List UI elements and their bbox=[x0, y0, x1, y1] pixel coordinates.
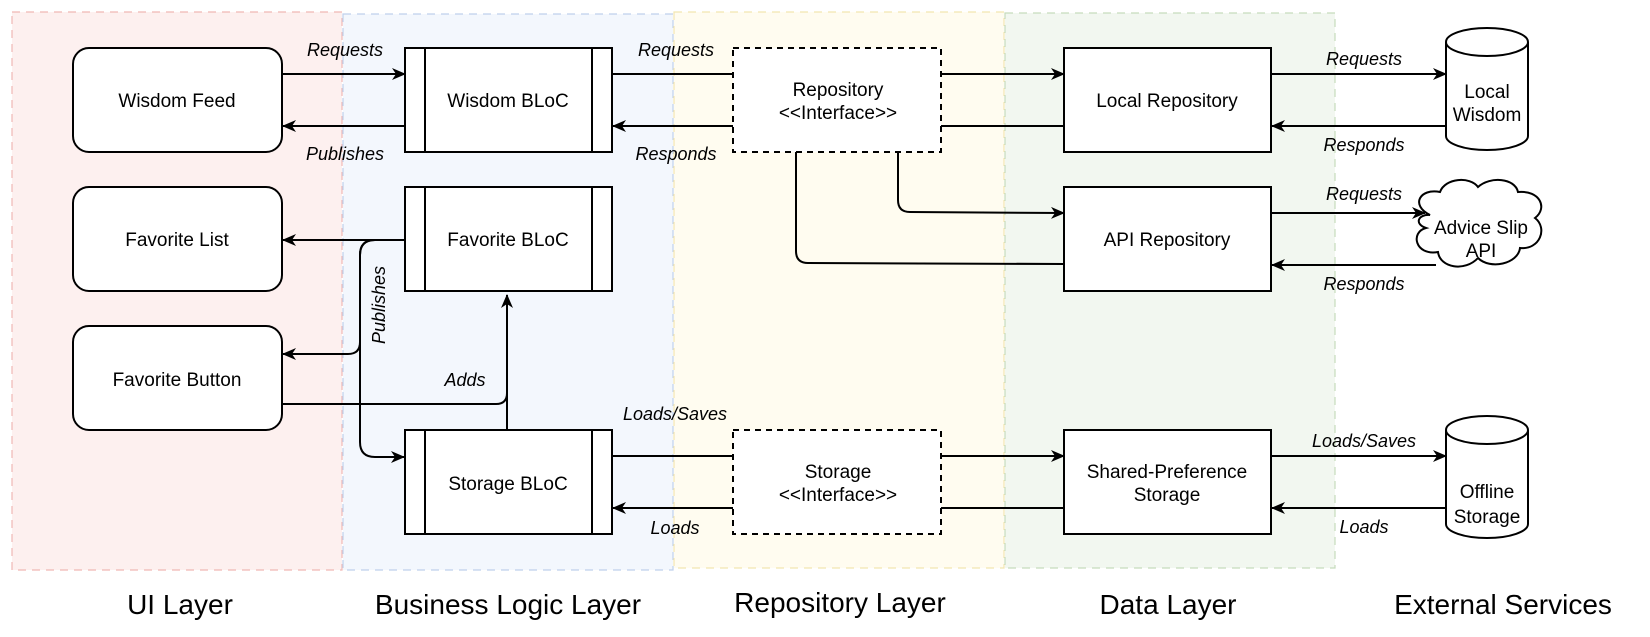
storage-bloc-label: Storage BLoC bbox=[448, 474, 567, 495]
edge-label-storage-loads: Loads bbox=[650, 518, 699, 538]
edge-label-local-responds: Responds bbox=[1323, 135, 1404, 155]
local-repository-node[interactable]: Local Repository bbox=[1063, 47, 1272, 153]
edge-label-local-requests: Requests bbox=[1326, 49, 1402, 69]
layer-label-repository: Repository Layer bbox=[734, 587, 946, 618]
layer-label-external-services: External Services bbox=[1394, 589, 1612, 620]
storage-bloc-node[interactable]: Storage BLoC bbox=[404, 429, 613, 535]
storage-interface-node[interactable]: Storage <<Interface>> bbox=[732, 429, 942, 535]
edge-label-storage-loads-saves: Loads/Saves bbox=[623, 404, 727, 424]
architecture-diagram: Wisdom Feed Favorite List Favorite Butto… bbox=[11, 11, 1612, 620]
wisdom-bloc-label: Wisdom BLoC bbox=[447, 91, 568, 112]
api-repository-node[interactable]: API Repository bbox=[1063, 186, 1272, 292]
layer-label-ui: UI Layer bbox=[127, 589, 233, 620]
edge-label-feed-publishes: Publishes bbox=[306, 144, 384, 164]
edge-label-offline-loads: Loads bbox=[1339, 517, 1388, 537]
local-wisdom-label-1: Local bbox=[1464, 82, 1509, 103]
wisdom-feed-node[interactable]: Wisdom Feed bbox=[72, 47, 283, 153]
advice-slip-api-label-2: API bbox=[1466, 241, 1497, 262]
shared-preference-storage-node[interactable]: Shared-Preference Storage bbox=[1063, 429, 1272, 535]
repository-interface-node[interactable]: Repository <<Interface>> bbox=[732, 47, 942, 153]
storage-interface-stereotype: <<Interface>> bbox=[779, 485, 897, 506]
advice-slip-api-label-1: Advice Slip bbox=[1434, 218, 1528, 239]
edge-label-feed-requests: Requests bbox=[307, 40, 383, 60]
repository-interface-title: Repository bbox=[793, 80, 884, 101]
favorite-list-label: Favorite List bbox=[125, 230, 229, 251]
local-repository-label: Local Repository bbox=[1096, 91, 1238, 112]
layer-label-business-logic: Business Logic Layer bbox=[375, 589, 641, 620]
local-wisdom-database[interactable]: Local Wisdom bbox=[1445, 27, 1529, 151]
edge-label-fav-publishes: Publishes bbox=[369, 266, 389, 344]
shared-preference-storage-label-2: Storage bbox=[1134, 485, 1201, 506]
favorite-bloc-label: Favorite BLoC bbox=[447, 230, 568, 251]
local-wisdom-label-2: Wisdom bbox=[1453, 105, 1522, 126]
edge-label-bloc-requests: Requests bbox=[638, 40, 714, 60]
favorite-list-node[interactable]: Favorite List bbox=[72, 186, 283, 292]
offline-storage-database[interactable]: Offline Storage bbox=[1445, 415, 1529, 539]
shared-preference-storage-label-1: Shared-Preference bbox=[1087, 462, 1248, 483]
wisdom-feed-label: Wisdom Feed bbox=[118, 91, 235, 112]
offline-storage-label-2: Storage bbox=[1454, 507, 1521, 528]
favorite-button-label: Favorite Button bbox=[113, 370, 242, 391]
favorite-button-node[interactable]: Favorite Button bbox=[72, 325, 283, 431]
api-repository-label: API Repository bbox=[1104, 230, 1231, 251]
edge-label-offline-loads-saves: Loads/Saves bbox=[1312, 431, 1416, 451]
repository-interface-stereotype: <<Interface>> bbox=[779, 103, 897, 124]
edge-label-fav-adds: Adds bbox=[443, 370, 485, 390]
layer-label-data: Data Layer bbox=[1100, 589, 1237, 620]
storage-interface-title: Storage bbox=[805, 462, 872, 483]
edge-label-bloc-responds: Responds bbox=[635, 144, 716, 164]
edge-label-api-requests: Requests bbox=[1326, 184, 1402, 204]
edge-label-api-responds: Responds bbox=[1323, 274, 1404, 294]
favorite-bloc-node[interactable]: Favorite BLoC bbox=[404, 186, 613, 292]
offline-storage-label-1: Offline bbox=[1460, 482, 1515, 503]
advice-slip-api-cloud[interactable]: Advice Slip API bbox=[1415, 179, 1543, 268]
wisdom-bloc-node[interactable]: Wisdom BLoC bbox=[404, 47, 613, 153]
